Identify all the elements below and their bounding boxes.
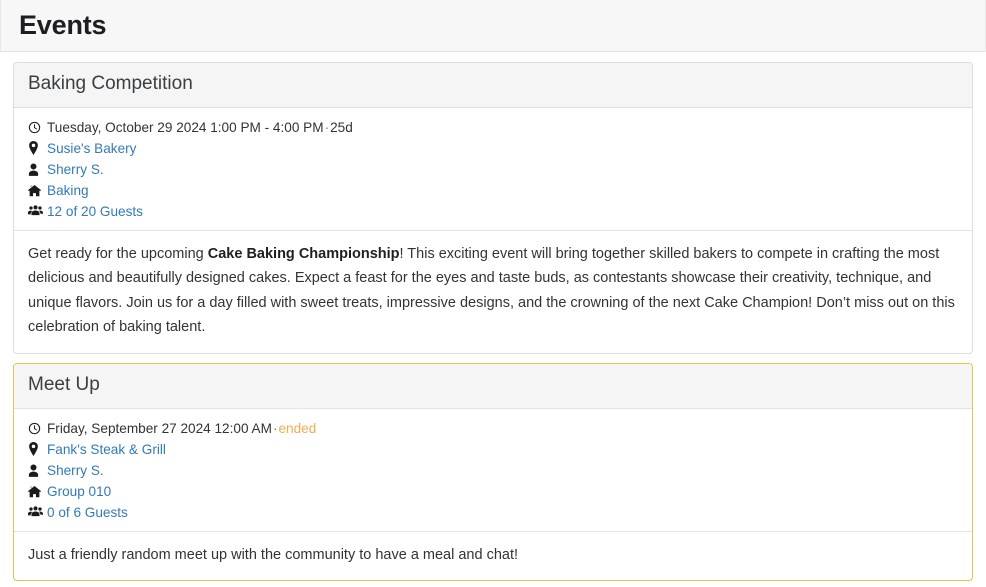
page-header: Events: [0, 0, 986, 52]
event-description-lead: Just a friendly random meet up with the …: [28, 546, 519, 563]
page-title: Events: [19, 10, 107, 40]
event-datetime: Friday, September 27 2024 12:00 AM: [47, 420, 272, 436]
event-group-row[interactable]: Baking: [28, 180, 958, 201]
clock-icon: [28, 121, 47, 134]
event-card[interactable]: Baking Competition Tuesday, October 29 2…: [13, 62, 973, 354]
event-countdown: 25d: [330, 119, 353, 135]
event-title: Meet Up: [28, 373, 100, 395]
event-datetime-row: Friday, September 27 2024 12:00 AM · end…: [28, 418, 958, 439]
home-icon: [28, 184, 47, 197]
event-card[interactable]: Meet Up Friday, September 27 2024 12:00 …: [13, 362, 973, 582]
event-description: Just a friendly random meet up with the …: [14, 532, 972, 580]
event-datetime-row: Tuesday, October 29 2024 1:00 PM - 4:00 …: [28, 117, 958, 138]
event-guests-row[interactable]: 12 of 20 Guests: [28, 201, 958, 222]
user-icon: [28, 464, 47, 477]
event-location-row[interactable]: Fank's Steak & Grill: [28, 439, 958, 460]
event-card-header: Meet Up: [14, 363, 972, 409]
event-host-link[interactable]: Sherry S.: [47, 460, 104, 481]
event-host-row[interactable]: Sherry S.: [28, 460, 958, 481]
event-description-lead: Get ready for the upcoming: [28, 245, 208, 262]
event-status-badge: ended: [278, 420, 317, 436]
event-title: Baking Competition: [28, 73, 193, 94]
event-description: Get ready for the upcoming Cake Baking C…: [14, 231, 972, 353]
event-host-link[interactable]: Sherry S.: [47, 159, 104, 180]
event-group-row[interactable]: Group 010: [28, 481, 958, 502]
map-marker-icon: [28, 141, 47, 156]
user-icon: [28, 163, 47, 176]
users-icon: [28, 506, 47, 518]
event-host-row[interactable]: Sherry S.: [28, 159, 958, 180]
event-guests-link[interactable]: 0 of 6 Guests: [47, 502, 128, 523]
event-card-header: Baking Competition: [14, 63, 972, 108]
event-guests-row[interactable]: 0 of 6 Guests: [28, 502, 958, 523]
users-icon: [28, 205, 47, 217]
home-icon: [28, 485, 47, 498]
event-datetime: Tuesday, October 29 2024 1:00 PM - 4:00 …: [47, 119, 324, 135]
event-meta-list: Tuesday, October 29 2024 1:00 PM - 4:00 …: [14, 108, 972, 231]
event-location-row[interactable]: Susie's Bakery: [28, 138, 958, 159]
event-location-link[interactable]: Fank's Steak & Grill: [47, 439, 166, 460]
event-description-highlight: Cake Baking Championship: [207, 245, 400, 262]
events-list: Baking Competition Tuesday, October 29 2…: [0, 52, 986, 582]
event-group-link[interactable]: Baking: [47, 180, 89, 201]
clock-icon: [28, 422, 47, 435]
event-location-link[interactable]: Susie's Bakery: [47, 138, 136, 159]
event-guests-link[interactable]: 12 of 20 Guests: [47, 201, 143, 222]
event-group-link[interactable]: Group 010: [47, 481, 111, 502]
map-marker-icon: [28, 442, 47, 457]
event-meta-list: Friday, September 27 2024 12:00 AM · end…: [14, 409, 972, 532]
